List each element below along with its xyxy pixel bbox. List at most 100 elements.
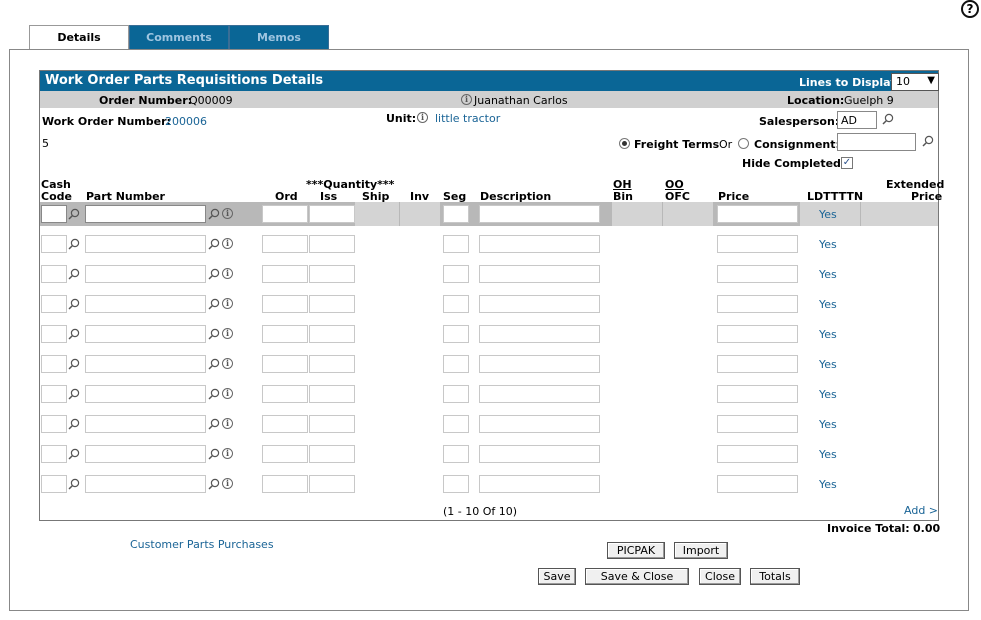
- part-info-icon[interactable]: i: [222, 358, 233, 369]
- price-input[interactable]: [717, 205, 798, 223]
- description-input[interactable]: [479, 385, 600, 403]
- price-input[interactable]: [717, 385, 798, 403]
- description-input[interactable]: [479, 295, 600, 313]
- cash-code-input[interactable]: [41, 445, 67, 463]
- ldttttn-yes-link[interactable]: Yes: [819, 448, 837, 461]
- cash-code-search-icon[interactable]: [68, 208, 80, 220]
- cash-code-search-icon[interactable]: [68, 268, 80, 280]
- work-order-number-link[interactable]: 200006: [165, 115, 207, 128]
- price-input[interactable]: [717, 445, 798, 463]
- description-input[interactable]: [479, 355, 600, 373]
- part-number-search-icon[interactable]: [208, 208, 220, 220]
- seg-input[interactable]: [443, 415, 469, 433]
- part-number-input[interactable]: [85, 385, 206, 403]
- part-number-search-icon[interactable]: [208, 448, 220, 460]
- lines-to-display-select[interactable]: 10 ▼: [891, 73, 939, 91]
- qty-ord-input[interactable]: [262, 415, 308, 433]
- tab-memos[interactable]: Memos: [229, 25, 329, 50]
- cash-code-search-icon[interactable]: [68, 478, 80, 490]
- cash-code-input[interactable]: [41, 325, 67, 343]
- part-number-input[interactable]: [85, 445, 206, 463]
- help-icon[interactable]: ?: [961, 0, 979, 18]
- qty-iss-input[interactable]: [309, 415, 355, 433]
- seg-input[interactable]: [443, 265, 469, 283]
- qty-ord-input[interactable]: [262, 445, 308, 463]
- close-button[interactable]: Close: [699, 568, 741, 585]
- price-input[interactable]: [717, 295, 798, 313]
- cash-code-input[interactable]: [41, 415, 67, 433]
- ldttttn-yes-link[interactable]: Yes: [819, 478, 837, 491]
- ldttttn-yes-link[interactable]: Yes: [819, 268, 837, 281]
- part-info-icon[interactable]: i: [222, 298, 233, 309]
- seg-input[interactable]: [443, 295, 469, 313]
- part-number-input[interactable]: [85, 475, 206, 493]
- part-number-search-icon[interactable]: [208, 418, 220, 430]
- description-input[interactable]: [479, 235, 600, 253]
- qty-ord-input[interactable]: [262, 355, 308, 373]
- freight-terms-radio[interactable]: [619, 138, 630, 149]
- ldttttn-yes-link[interactable]: Yes: [819, 418, 837, 431]
- add-link[interactable]: Add >: [904, 504, 938, 517]
- part-info-icon[interactable]: i: [222, 268, 233, 279]
- tab-comments[interactable]: Comments: [129, 25, 229, 50]
- cash-code-search-icon[interactable]: [68, 238, 80, 250]
- import-button[interactable]: Import: [674, 542, 728, 559]
- qty-iss-input[interactable]: [309, 355, 355, 373]
- description-input[interactable]: [479, 475, 600, 493]
- save-close-button[interactable]: Save & Close: [585, 568, 689, 585]
- salesperson-search-icon[interactable]: [882, 113, 894, 125]
- part-number-search-icon[interactable]: [208, 388, 220, 400]
- cash-code-input[interactable]: [41, 475, 67, 493]
- cash-code-input[interactable]: [41, 235, 67, 253]
- cash-code-search-icon[interactable]: [68, 388, 80, 400]
- ldttttn-yes-link[interactable]: Yes: [819, 388, 837, 401]
- qty-ord-input[interactable]: [262, 235, 308, 253]
- qty-ord-input[interactable]: [262, 205, 308, 223]
- salesperson-input[interactable]: [837, 111, 877, 129]
- seg-input[interactable]: [443, 475, 469, 493]
- part-number-input[interactable]: [85, 265, 206, 283]
- part-info-icon[interactable]: i: [222, 418, 233, 429]
- price-input[interactable]: [717, 355, 798, 373]
- qty-ord-input[interactable]: [262, 295, 308, 313]
- totals-button[interactable]: Totals: [750, 568, 800, 585]
- cash-code-search-icon[interactable]: [68, 358, 80, 370]
- ldttttn-yes-link[interactable]: Yes: [819, 238, 837, 251]
- qty-ord-input[interactable]: [262, 265, 308, 283]
- cash-code-input[interactable]: [41, 295, 67, 313]
- cash-code-search-icon[interactable]: [68, 448, 80, 460]
- customer-parts-purchases-link[interactable]: Customer Parts Purchases: [130, 538, 274, 551]
- cash-code-search-icon[interactable]: [68, 328, 80, 340]
- description-input[interactable]: [479, 325, 600, 343]
- qty-iss-input[interactable]: [309, 235, 355, 253]
- part-number-search-icon[interactable]: [208, 478, 220, 490]
- part-info-icon[interactable]: i: [222, 448, 233, 459]
- save-button[interactable]: Save: [538, 568, 576, 585]
- part-number-input[interactable]: [85, 235, 206, 253]
- part-number-input[interactable]: [85, 325, 206, 343]
- customer-info-icon[interactable]: i: [461, 94, 472, 105]
- price-input[interactable]: [717, 325, 798, 343]
- seg-input[interactable]: [443, 235, 469, 253]
- ldttttn-yes-link[interactable]: Yes: [819, 328, 837, 341]
- part-info-icon[interactable]: i: [222, 478, 233, 489]
- picpak-button[interactable]: PICPAK: [607, 542, 665, 559]
- part-number-input[interactable]: [85, 355, 206, 373]
- description-input[interactable]: [479, 265, 600, 283]
- seg-input[interactable]: [443, 325, 469, 343]
- qty-iss-input[interactable]: [309, 265, 355, 283]
- price-input[interactable]: [717, 475, 798, 493]
- cash-code-search-icon[interactable]: [68, 418, 80, 430]
- qty-iss-input[interactable]: [309, 385, 355, 403]
- unit-link[interactable]: little tractor: [435, 112, 500, 125]
- hide-completed-checkbox[interactable]: ✓: [841, 157, 853, 169]
- seg-input[interactable]: [443, 355, 469, 373]
- part-number-input[interactable]: [85, 295, 206, 313]
- part-number-search-icon[interactable]: [208, 238, 220, 250]
- part-number-search-icon[interactable]: [208, 358, 220, 370]
- consignment-search-icon[interactable]: [922, 135, 934, 147]
- part-number-search-icon[interactable]: [208, 328, 220, 340]
- seg-input[interactable]: [443, 205, 469, 223]
- part-number-input[interactable]: [85, 205, 206, 223]
- seg-input[interactable]: [443, 385, 469, 403]
